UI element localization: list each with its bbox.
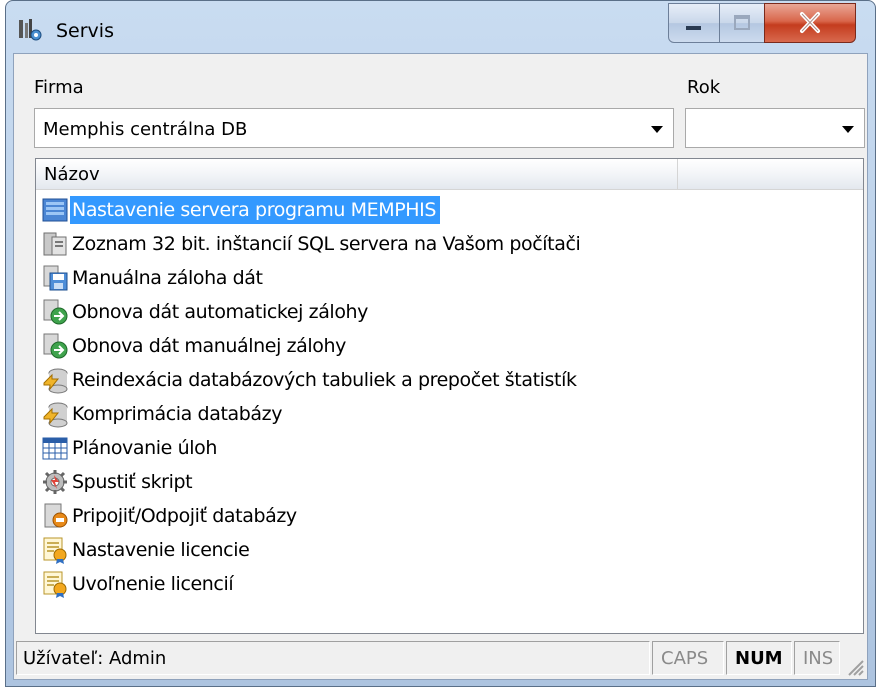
window-title: Servis xyxy=(56,20,114,42)
firma-label: Firma xyxy=(34,77,84,98)
list-item-label: Zoznam 32 bit. inštancií SQL servera na … xyxy=(72,233,581,255)
list-item-label: Nastavenie servera programu MEMPHIS xyxy=(70,196,441,224)
minimize-icon xyxy=(686,26,701,30)
license-icon xyxy=(43,571,67,598)
list-item[interactable]: Nastavenie licencie xyxy=(40,533,863,567)
status-bar: Užívateľ: Admin CAPS NUM INS xyxy=(14,635,867,679)
list-item[interactable]: Zoznam 32 bit. inštancií SQL servera na … xyxy=(40,227,863,261)
list-item[interactable]: Reindexácia databázových tabuliek a prep… xyxy=(40,363,863,397)
calendar-icon xyxy=(42,437,68,460)
maximize-button[interactable] xyxy=(719,3,765,43)
restore-icon xyxy=(43,299,68,325)
list-item-label: Pripojiť/Odpojiť databázy xyxy=(72,505,297,527)
list-item[interactable]: Plánovanie úloh xyxy=(40,431,863,465)
firma-value: Memphis centrálna DB xyxy=(43,119,248,140)
list-item-label: Spustiť skript xyxy=(72,471,193,493)
list-item[interactable]: Obnova dát manuálnej zálohy xyxy=(40,329,863,363)
list-item-label: Reindexácia databázových tabuliek a prep… xyxy=(72,369,577,391)
list-item-label: Nastavenie licencie xyxy=(72,539,250,561)
status-caps: CAPS xyxy=(652,641,724,675)
list-item-label: Plánovanie úloh xyxy=(72,437,217,459)
list-item[interactable]: Spustiť skript xyxy=(40,465,863,499)
list-item-label: Manuálna záloha dát xyxy=(72,267,263,289)
license-icon xyxy=(43,537,67,564)
tools-app-icon xyxy=(19,19,42,41)
list-item-label: Komprimácia databázy xyxy=(72,403,283,425)
server-settings-icon xyxy=(42,198,68,222)
database-attach-icon xyxy=(44,503,68,528)
status-num: NUM xyxy=(726,641,792,675)
list-header: Názov xyxy=(36,159,863,190)
list-item-label: Uvoľnenie licencií xyxy=(72,573,234,595)
list-item-label: Obnova dát manuálnej zálohy xyxy=(72,335,347,357)
chevron-down-icon xyxy=(651,126,663,133)
column-header-empty[interactable] xyxy=(678,159,863,189)
list-rows: Nastavenie servera programu MEMPHIS Zozna… xyxy=(40,193,863,601)
resize-grip-icon[interactable] xyxy=(843,655,865,677)
restore-icon xyxy=(43,333,68,359)
list-item[interactable]: Manuálna záloha dát xyxy=(40,261,863,295)
gear-script-icon xyxy=(43,470,67,494)
list-item[interactable]: Nastavenie servera programu MEMPHIS xyxy=(40,193,863,227)
service-list[interactable]: Názov Nastavenie servera programu MEMPHI… xyxy=(35,158,864,634)
list-item[interactable]: Komprimácia databázy xyxy=(40,397,863,431)
database-compress-icon xyxy=(43,402,68,428)
save-backup-icon xyxy=(43,265,68,291)
list-item[interactable]: Obnova dát automatickej zálohy xyxy=(40,295,863,329)
rok-combobox[interactable] xyxy=(685,108,865,148)
close-button[interactable] xyxy=(764,3,856,43)
chevron-down-icon xyxy=(842,126,854,133)
title-bar[interactable]: Servis xyxy=(6,1,875,53)
column-header-nazov[interactable]: Názov xyxy=(36,159,678,189)
server-list-icon xyxy=(43,232,67,256)
list-item-label: Obnova dát automatickej zálohy xyxy=(72,301,369,323)
status-user: Užívateľ: Admin xyxy=(16,641,650,675)
servis-window: Servis Firma Memphis centrálna DB Rok Ná… xyxy=(5,0,876,687)
maximize-icon xyxy=(734,15,750,30)
client-area: Firma Memphis centrálna DB Rok Názov Nas… xyxy=(13,53,868,680)
minimize-button[interactable] xyxy=(668,3,720,43)
list-item[interactable]: Pripojiť/Odpojiť databázy xyxy=(40,499,863,533)
close-icon xyxy=(800,12,820,33)
list-item[interactable]: Uvoľnenie licencií xyxy=(40,567,863,601)
database-reindex-icon xyxy=(43,368,68,394)
rok-label: Rok xyxy=(687,77,721,98)
status-ins: INS xyxy=(794,641,840,675)
firma-combobox[interactable]: Memphis centrálna DB xyxy=(34,108,674,148)
